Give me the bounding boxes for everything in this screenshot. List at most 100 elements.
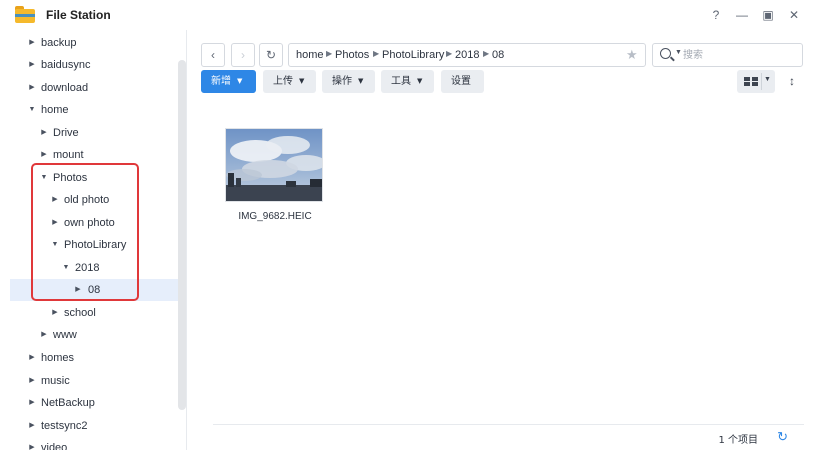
expand-arrow-icon[interactable]: ▶: [28, 370, 36, 392]
expand-arrow-icon[interactable]: ▶: [28, 347, 36, 369]
view-mode-button[interactable]: ▼: [737, 70, 775, 93]
breadcrumb-08[interactable]: 08: [492, 49, 504, 61]
expand-arrow-icon[interactable]: ▶: [28, 32, 36, 54]
search-field[interactable]: ▼: [652, 43, 803, 67]
tree-item-photolibrary[interactable]: ▼ PhotoLibrary: [0, 234, 178, 256]
expand-arrow-icon[interactable]: ▶: [51, 189, 59, 211]
tree-item-netbackup[interactable]: ▶ NetBackup: [0, 392, 178, 414]
breadcrumb: home ▶ Photos ▶ PhotoLibrary ▶ 2018 ▶ 08…: [288, 43, 646, 67]
back-button[interactable]: ‹: [201, 43, 225, 67]
image-thumbnail: [225, 128, 323, 202]
breadcrumb-2018[interactable]: 2018: [455, 49, 479, 61]
settings-button-label: 设置: [451, 76, 471, 87]
window-title: File Station: [46, 8, 111, 22]
item-count: 1 个项目: [718, 435, 758, 446]
maximize-icon[interactable]: ▣: [760, 7, 776, 23]
tree-item-label: PhotoLibrary: [64, 239, 127, 251]
tree-item-music[interactable]: ▶ music: [0, 370, 178, 392]
tree-item-2018[interactable]: ▼ 2018: [0, 257, 178, 279]
tree-item-label: download: [41, 82, 89, 94]
tree-item-08[interactable]: ▶ 08: [10, 279, 178, 301]
expand-arrow-icon[interactable]: ▶: [40, 144, 48, 166]
create-button[interactable]: 新增 ▼: [201, 70, 256, 93]
tree-item-mount[interactable]: ▶ mount: [0, 144, 178, 166]
chevron-down-icon: ▼: [299, 77, 305, 85]
tree-item-drive[interactable]: ▶ Drive: [0, 122, 178, 144]
tree-item-label: old photo: [64, 194, 110, 206]
close-icon[interactable]: ✕: [786, 7, 802, 23]
collapse-arrow-icon[interactable]: ▼: [62, 257, 70, 279]
tree-item-label: 2018: [75, 262, 100, 274]
breadcrumb-photolibrary[interactable]: PhotoLibrary: [382, 49, 444, 61]
breadcrumb-photos[interactable]: Photos: [335, 49, 369, 61]
chevron-down-icon: ▼: [417, 77, 423, 85]
sidebar-scrollbar[interactable]: [178, 60, 186, 410]
status-bar: 1 个项目 ↻: [213, 424, 804, 450]
star-icon[interactable]: ★: [626, 47, 638, 63]
tree-item-label: Photos: [53, 172, 88, 184]
tree-item-label: own photo: [64, 217, 115, 229]
tree-item-homes[interactable]: ▶ homes: [0, 347, 178, 369]
breadcrumb-home[interactable]: home: [296, 49, 324, 61]
tree-item-testsync2[interactable]: ▶ testsync2: [0, 415, 178, 437]
title-bar: File Station ? — ▣ ✕: [0, 0, 814, 30]
expand-arrow-icon[interactable]: ▶: [28, 415, 36, 437]
expand-arrow-icon[interactable]: ▶: [40, 324, 48, 346]
breadcrumb-separator-icon: ▶: [326, 49, 333, 58]
chevron-down-icon[interactable]: ▼: [764, 76, 771, 83]
refresh-icon[interactable]: ↻: [777, 429, 788, 445]
expand-arrow-icon[interactable]: ▶: [28, 437, 36, 450]
chevron-down-icon: ▼: [237, 77, 243, 85]
expand-arrow-icon[interactable]: ▶: [40, 122, 48, 144]
tree-item-school[interactable]: ▶ school: [0, 302, 178, 324]
tree-item-label: homes: [41, 352, 75, 364]
tree-item-old-photo[interactable]: ▶ old photo: [0, 189, 178, 211]
tree-item-label: mount: [53, 149, 84, 161]
folder-tree: ▶ backup ▶ baidusync ▶ download ▼ home ▶…: [0, 30, 187, 450]
tree-item-label: school: [64, 307, 96, 319]
sort-icon: ↕: [789, 74, 795, 88]
tools-button[interactable]: 工具 ▼: [381, 70, 434, 93]
tree-item-download[interactable]: ▶ download: [0, 77, 178, 99]
help-icon[interactable]: ?: [708, 7, 724, 23]
tree-item-home[interactable]: ▼ home: [0, 99, 178, 121]
expand-arrow-icon[interactable]: ▶: [28, 392, 36, 414]
tree-item-label: home: [41, 104, 69, 116]
expand-arrow-icon[interactable]: ▶: [74, 279, 82, 301]
tree-item-www[interactable]: ▶ www: [0, 324, 178, 346]
tree-item-baidusync[interactable]: ▶ baidusync: [0, 54, 178, 76]
file-name: IMG_9682.HEIC: [238, 211, 312, 222]
forward-button[interactable]: ›: [231, 43, 255, 67]
collapse-arrow-icon[interactable]: ▼: [51, 234, 59, 256]
action-button[interactable]: 操作 ▼: [322, 70, 375, 93]
tree-item-backup[interactable]: ▶ backup: [0, 32, 178, 54]
minimize-icon[interactable]: —: [734, 7, 750, 23]
file-item[interactable]: IMG_9682.HEIC: [222, 128, 328, 230]
expand-arrow-icon[interactable]: ▶: [51, 302, 59, 324]
tree-item-label: backup: [41, 37, 77, 49]
tree-item-own-photo[interactable]: ▶ own photo: [0, 212, 178, 234]
chevron-down-icon[interactable]: ▼: [675, 49, 682, 56]
collapse-arrow-icon[interactable]: ▼: [28, 99, 36, 121]
tree-item-video[interactable]: ▶ video: [0, 437, 178, 450]
refresh-button[interactable]: ↻: [259, 43, 283, 67]
tree-item-label: video: [41, 442, 68, 450]
tree-item-label: testsync2: [41, 420, 88, 432]
expand-arrow-icon[interactable]: ▶: [51, 212, 59, 234]
settings-button[interactable]: 设置: [441, 70, 484, 93]
upload-button[interactable]: 上传 ▼: [263, 70, 316, 93]
tree-item-photos[interactable]: ▼ Photos: [0, 167, 178, 189]
expand-arrow-icon[interactable]: ▶: [28, 77, 36, 99]
tools-button-label: 工具: [391, 76, 411, 87]
tree-item-label: www: [53, 329, 77, 341]
sort-button[interactable]: ↕: [780, 70, 804, 93]
divider: [761, 73, 762, 90]
action-button-label: 操作: [332, 76, 352, 87]
tree-item-label: NetBackup: [41, 397, 95, 409]
collapse-arrow-icon[interactable]: ▼: [40, 167, 48, 189]
search-input[interactable]: [683, 47, 795, 63]
tree-item-label: music: [41, 375, 70, 387]
search-icon[interactable]: [660, 48, 671, 59]
expand-arrow-icon[interactable]: ▶: [28, 54, 36, 76]
breadcrumb-separator-icon: ▶: [446, 49, 453, 58]
